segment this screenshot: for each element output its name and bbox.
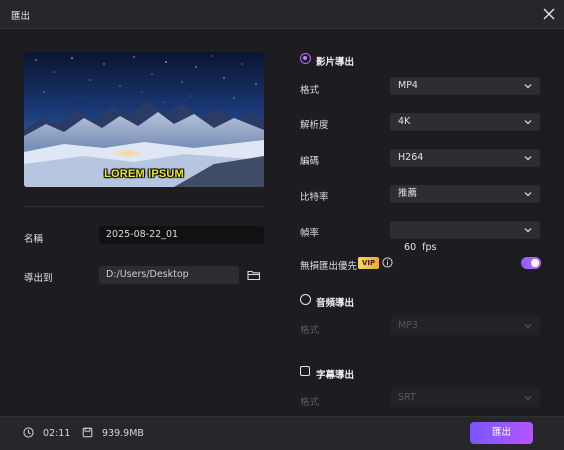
window-title: 匯出	[11, 11, 31, 22]
video-preview: LOREM IPSUM	[24, 52, 264, 187]
lossless-toggle[interactable]	[521, 257, 541, 269]
subtitle-export-checkbox[interactable]	[300, 366, 310, 376]
bitrate-select[interactable]: 推薦	[390, 185, 540, 203]
duration-text: 02:11	[43, 428, 71, 439]
lossless-label: 無損匯出優先	[300, 261, 358, 272]
chevron-down-icon	[524, 156, 532, 161]
resolution-label: 解析度	[300, 120, 329, 131]
framerate-select[interactable]: 60 fps	[390, 221, 540, 253]
clock-icon	[23, 427, 34, 438]
title-bar: 匯出	[0, 0, 564, 29]
chevron-down-icon	[524, 192, 532, 197]
subtitle-format-value: SRT	[398, 392, 416, 403]
format-value: MP4	[398, 80, 418, 91]
video-export-radio[interactable]	[300, 53, 311, 64]
encoding-label: 編碼	[300, 156, 320, 167]
chevron-down-icon	[524, 324, 532, 329]
folder-icon	[247, 270, 261, 281]
audio-export-radio[interactable]	[300, 294, 311, 305]
close-icon	[543, 8, 555, 20]
save-disk-icon	[82, 427, 93, 438]
preview-caption: LOREM IPSUM	[104, 168, 184, 180]
close-button[interactable]	[540, 5, 558, 23]
chevron-down-icon	[524, 396, 532, 401]
vip-badge: VIP	[358, 257, 380, 269]
audio-format-select: MP3	[390, 317, 540, 335]
export-button[interactable]: 匯出	[470, 422, 533, 444]
name-label: 名稱	[24, 234, 44, 245]
format-select[interactable]: MP4	[390, 77, 540, 95]
video-export-label: 影片導出	[316, 57, 355, 68]
chevron-down-icon	[524, 84, 532, 89]
subtitle-export-label: 字幕導出	[316, 370, 355, 381]
bitrate-value: 推薦	[398, 188, 418, 199]
framerate-label: 幀率	[300, 228, 320, 239]
subtitle-format-select: SRT	[390, 389, 540, 407]
browse-folder-button[interactable]	[246, 267, 262, 283]
preview-image	[24, 52, 264, 187]
export-to-label: 導出到	[24, 273, 53, 284]
name-input[interactable]: 2025-08-22_01	[99, 226, 264, 244]
framerate-value: 60 fps	[404, 242, 437, 253]
export-path-input[interactable]: D:/Users/Desktop	[99, 266, 239, 284]
info-icon[interactable]	[382, 257, 393, 268]
bitrate-label: 比特率	[300, 192, 329, 203]
audio-format-value: MP3	[398, 320, 418, 331]
chevron-down-icon	[524, 120, 532, 125]
audio-export-label: 音頻導出	[316, 298, 355, 309]
resolution-select[interactable]: 4K	[390, 113, 540, 131]
resolution-value: 4K	[398, 116, 411, 127]
encoding-select[interactable]: H264	[390, 149, 540, 167]
format-label: 格式	[300, 85, 320, 96]
divider	[24, 206, 264, 207]
file-size-text: 939.9MB	[102, 428, 144, 439]
encoding-value: H264	[398, 152, 424, 163]
chevron-down-icon	[524, 228, 532, 233]
subtitle-format-label: 格式	[300, 397, 320, 408]
audio-format-label: 格式	[300, 325, 320, 336]
